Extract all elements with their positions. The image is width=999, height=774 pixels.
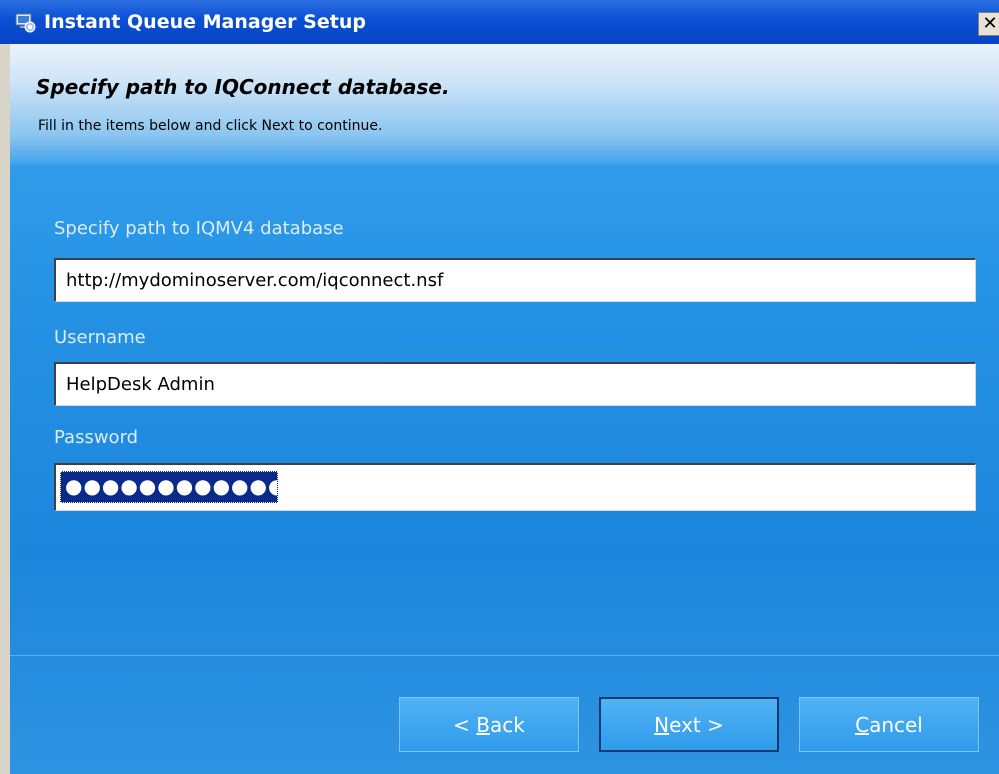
username-label: Username: [54, 327, 146, 348]
username-input[interactable]: [54, 362, 976, 406]
close-icon: ✕: [982, 13, 998, 34]
path-input[interactable]: [54, 258, 976, 302]
wizard-header: Specify path to IQConnect database. Fill…: [10, 44, 999, 165]
next-accel: N: [654, 712, 670, 737]
cancel-rest: ancel: [869, 712, 923, 737]
left-edge: [0, 44, 10, 774]
wizard-step-subtitle: Fill in the items below and click Next t…: [38, 118, 383, 134]
installer-computer-icon: [15, 13, 36, 33]
cancel-accel: C: [855, 712, 870, 737]
close-button[interactable]: ✕: [978, 12, 999, 36]
setup-window: Instant Queue Manager Setup ✕ Specify pa…: [0, 0, 999, 774]
password-selection: ●●●●●●●●●●●●●●: [60, 471, 278, 503]
back-button[interactable]: < Back: [399, 697, 579, 752]
back-prefix: <: [453, 712, 477, 737]
window-title: Instant Queue Manager Setup: [44, 11, 366, 33]
next-rest: ext >: [669, 712, 724, 737]
path-label: Specify path to IQMV4 database: [54, 218, 344, 239]
back-accel: B: [476, 712, 490, 737]
cancel-button[interactable]: Cancel: [799, 697, 979, 752]
wizard-step-title: Specify path to IQConnect database.: [36, 75, 450, 99]
next-button[interactable]: Next >: [599, 697, 779, 752]
password-label: Password: [54, 427, 139, 448]
back-rest: ack: [490, 712, 525, 737]
dialog-body: Specify path to IQConnect database. Fill…: [0, 44, 999, 774]
footer-divider: [10, 655, 999, 656]
password-input[interactable]: ●●●●●●●●●●●●●●: [54, 463, 976, 511]
title-bar[interactable]: Instant Queue Manager Setup ✕: [0, 0, 999, 44]
